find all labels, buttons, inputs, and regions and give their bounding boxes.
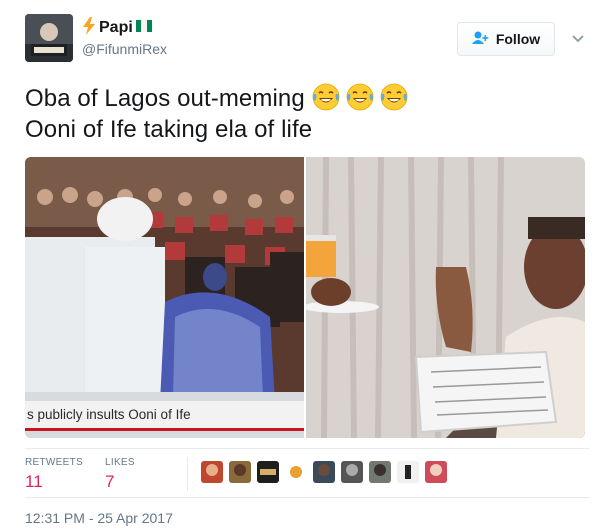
liker-avatar[interactable] <box>369 461 391 483</box>
follow-user-icon <box>471 31 490 48</box>
user-handle[interactable]: @FifunmiRex <box>82 41 167 57</box>
emoji-group <box>311 82 409 112</box>
tweet-timestamp[interactable]: 12:31 PM - 25 Apr 2017 <box>25 510 173 526</box>
stats-divider <box>187 457 188 491</box>
liker-avatar[interactable] <box>425 461 447 483</box>
ceremony-photo <box>25 157 304 438</box>
reaction-photo <box>306 157 585 438</box>
likes-stat[interactable]: LIKES 7 <box>105 457 135 492</box>
liker-avatar[interactable] <box>257 461 279 483</box>
user-names: Papi @FifunmiRex <box>82 16 167 57</box>
tweet-line-1-text: Oba of Lagos out-meming <box>25 85 305 112</box>
tweet-text: Oba of Lagos out-meming Ooni of Ife taki… <box>25 82 590 145</box>
news-caption-strip: s publicly insults Ooni of Ife <box>25 401 304 431</box>
liker-avatar[interactable] <box>201 461 223 483</box>
laughing-crying-emoji-icon <box>312 83 340 111</box>
retweets-stat[interactable]: RETWEETS 11 <box>25 457 83 492</box>
tweet-media: s publicly insults Ooni of Ife <box>25 157 585 438</box>
tweet-header: Papi @FifunmiRex Follow <box>25 14 590 74</box>
liker-avatar[interactable] <box>397 461 419 483</box>
media-photo-left[interactable]: s publicly insults Ooni of Ife <box>25 157 304 438</box>
lightning-icon <box>82 16 96 40</box>
chevron-down-icon[interactable] <box>571 32 585 46</box>
liker-avatar[interactable] <box>285 461 307 483</box>
display-name: Papi <box>99 19 133 36</box>
media-photo-right[interactable] <box>306 157 585 438</box>
follow-button[interactable]: Follow <box>457 22 555 56</box>
laughing-crying-emoji-icon <box>380 83 408 111</box>
nigeria-flag-icon <box>135 19 152 38</box>
tweet-line-2: Ooni of Ife taking ela of life <box>25 115 313 143</box>
liker-avatar[interactable] <box>313 461 335 483</box>
likes-count: 7 <box>105 472 115 491</box>
liker-avatar[interactable] <box>229 461 251 483</box>
liker-avatars <box>201 461 447 483</box>
laughing-crying-emoji-icon <box>346 83 374 111</box>
liker-avatar[interactable] <box>341 461 363 483</box>
display-name-row[interactable]: Papi <box>82 16 167 40</box>
user-avatar[interactable] <box>25 14 73 62</box>
retweets-count: 11 <box>25 472 43 491</box>
follow-label: Follow <box>495 31 541 47</box>
retweets-label: RETWEETS <box>25 457 83 468</box>
likes-label: LIKES <box>105 457 135 468</box>
tweet-line-1: Oba of Lagos out-meming <box>25 82 590 115</box>
tweet-stats: RETWEETS 11 LIKES 7 <box>25 448 590 498</box>
